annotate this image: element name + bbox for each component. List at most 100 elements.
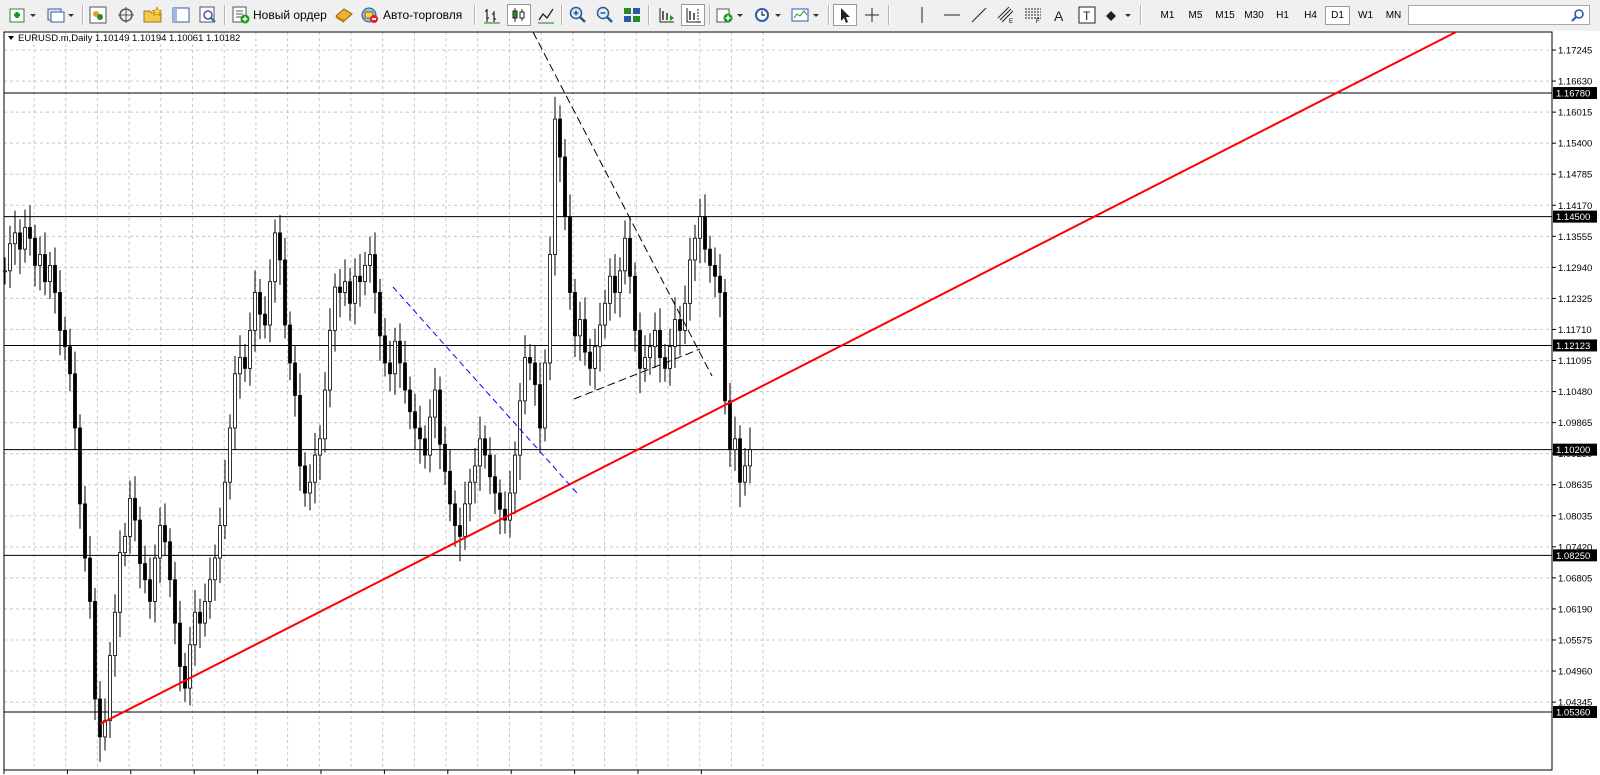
terminal-button[interactable] bbox=[169, 4, 193, 26]
candle-body bbox=[593, 346, 597, 369]
timeframe-h1[interactable]: H1 bbox=[1270, 6, 1295, 25]
terminal-window-icon bbox=[172, 7, 190, 23]
fibonacci-tool-button[interactable]: F bbox=[1021, 4, 1045, 26]
level-price-label: 1.12123 bbox=[1556, 341, 1590, 352]
separator bbox=[224, 5, 226, 25]
strategy-tester-button[interactable] bbox=[196, 4, 220, 26]
candle-body bbox=[393, 340, 397, 375]
candle-body bbox=[533, 362, 537, 386]
search-input[interactable] bbox=[1412, 7, 1566, 25]
chart-header-label: EURUSD.m,Daily 1.10149 1.10194 1.10061 1… bbox=[18, 33, 240, 44]
level-price-label: 1.08250 bbox=[1556, 551, 1590, 562]
candle-body bbox=[48, 264, 52, 283]
tile-windows-icon bbox=[624, 8, 640, 22]
auto-trading-label: Авто-торговля bbox=[383, 8, 463, 22]
channel-tool-button[interactable]: E bbox=[994, 4, 1018, 26]
price-tick-label: 1.14170 bbox=[1558, 201, 1592, 212]
metaeditor-button[interactable] bbox=[332, 4, 356, 26]
candle-body bbox=[643, 357, 647, 369]
timeframe-m1[interactable]: M1 bbox=[1155, 6, 1180, 25]
candle-body bbox=[613, 275, 617, 293]
navigator-button[interactable] bbox=[141, 4, 165, 26]
equidistant-channel-icon: E bbox=[997, 6, 1014, 24]
candle-body bbox=[563, 156, 567, 218]
auto-trading-button[interactable]: Авто-торговля bbox=[360, 4, 468, 26]
candle-body bbox=[318, 438, 322, 456]
candle-body bbox=[428, 416, 432, 456]
indicators-button[interactable] bbox=[714, 4, 748, 26]
candle-body bbox=[73, 373, 77, 429]
candle-body bbox=[603, 302, 607, 326]
price-tick-label: 1.13555 bbox=[1558, 232, 1592, 243]
candle-body bbox=[568, 216, 572, 293]
candle-body bbox=[473, 465, 477, 483]
timeframe-m30[interactable]: M30 bbox=[1240, 6, 1268, 25]
vertical-line-tool-button[interactable] bbox=[913, 4, 931, 26]
tile-windows-button[interactable] bbox=[620, 4, 644, 26]
new-chart-button[interactable] bbox=[6, 4, 40, 26]
candle-body bbox=[478, 438, 482, 467]
trendline-tool-button[interactable] bbox=[967, 4, 991, 26]
candle-body bbox=[673, 319, 677, 348]
timeframe-m15[interactable]: M15 bbox=[1211, 6, 1239, 25]
price-tick-label: 1.08035 bbox=[1558, 511, 1592, 522]
arrows-tool-button[interactable] bbox=[1102, 4, 1136, 26]
candle-body bbox=[303, 465, 307, 494]
separator bbox=[828, 5, 830, 25]
profiles-button[interactable] bbox=[44, 4, 78, 26]
data-window-button[interactable] bbox=[114, 4, 138, 26]
horizontal-line-tool-button[interactable] bbox=[940, 4, 964, 26]
candle-body bbox=[468, 481, 472, 505]
auto-scroll-button[interactable] bbox=[654, 4, 678, 26]
candle-body bbox=[578, 319, 582, 337]
timeframe-d1[interactable]: D1 bbox=[1325, 6, 1350, 25]
chart-background bbox=[0, 31, 1600, 775]
candle-body bbox=[463, 503, 467, 537]
candle-body bbox=[253, 292, 257, 331]
market-watch-button[interactable] bbox=[86, 4, 110, 26]
timeframe-mn[interactable]: MN bbox=[1381, 6, 1406, 25]
search-icon[interactable] bbox=[1571, 8, 1585, 22]
candle-body bbox=[713, 264, 717, 277]
separator bbox=[474, 5, 476, 25]
zoom-in-icon bbox=[569, 6, 586, 23]
timeframe-w1[interactable]: W1 bbox=[1353, 6, 1378, 25]
text-tool-button[interactable]: A bbox=[1048, 4, 1072, 26]
candle-body bbox=[18, 232, 22, 250]
candle-body bbox=[188, 644, 192, 689]
market-watch-icon bbox=[89, 6, 107, 24]
zoom-in-button[interactable] bbox=[566, 4, 590, 26]
zoom-out-button[interactable] bbox=[593, 4, 617, 26]
candle-body bbox=[458, 525, 462, 537]
crosshair-tool-button[interactable] bbox=[860, 4, 884, 26]
candle-body bbox=[633, 275, 637, 331]
cursor-tool-button[interactable] bbox=[833, 4, 857, 26]
chart-window[interactable]: 1.17245 1.16630 1.16015 1.15400 1.14785 1.141… bbox=[0, 31, 1600, 775]
templates-button[interactable] bbox=[790, 4, 824, 26]
bar-chart-button[interactable] bbox=[480, 4, 504, 26]
svg-text:F: F bbox=[1036, 19, 1040, 24]
chart-shift-button[interactable] bbox=[681, 4, 705, 26]
new-order-icon bbox=[232, 6, 250, 24]
new-order-button[interactable]: Новый ордер bbox=[232, 4, 332, 26]
periods-button[interactable] bbox=[752, 4, 786, 26]
candle-body bbox=[43, 254, 47, 283]
candle-body bbox=[618, 270, 622, 293]
candle-body bbox=[548, 254, 552, 364]
candle-body bbox=[423, 438, 427, 456]
candle-body bbox=[588, 351, 592, 369]
separator bbox=[648, 5, 650, 25]
candlestick-chart-button[interactable] bbox=[507, 4, 531, 26]
candle-body bbox=[438, 389, 442, 445]
timeframe-h4[interactable]: H4 bbox=[1298, 6, 1323, 25]
price-chart[interactable]: 1.17245 1.16630 1.16015 1.15400 1.14785 1.141… bbox=[0, 31, 1600, 775]
candle-body bbox=[208, 579, 212, 602]
line-chart-button[interactable] bbox=[534, 4, 558, 26]
candle-body bbox=[378, 292, 382, 337]
text-label-tool-button[interactable]: T bbox=[1075, 4, 1099, 26]
candle-body bbox=[678, 319, 682, 331]
timeframe-m5[interactable]: M5 bbox=[1183, 6, 1208, 25]
price-tick-label: 1.12940 bbox=[1558, 263, 1592, 274]
candle-body bbox=[558, 118, 562, 158]
crosshair-target-icon bbox=[118, 7, 134, 23]
